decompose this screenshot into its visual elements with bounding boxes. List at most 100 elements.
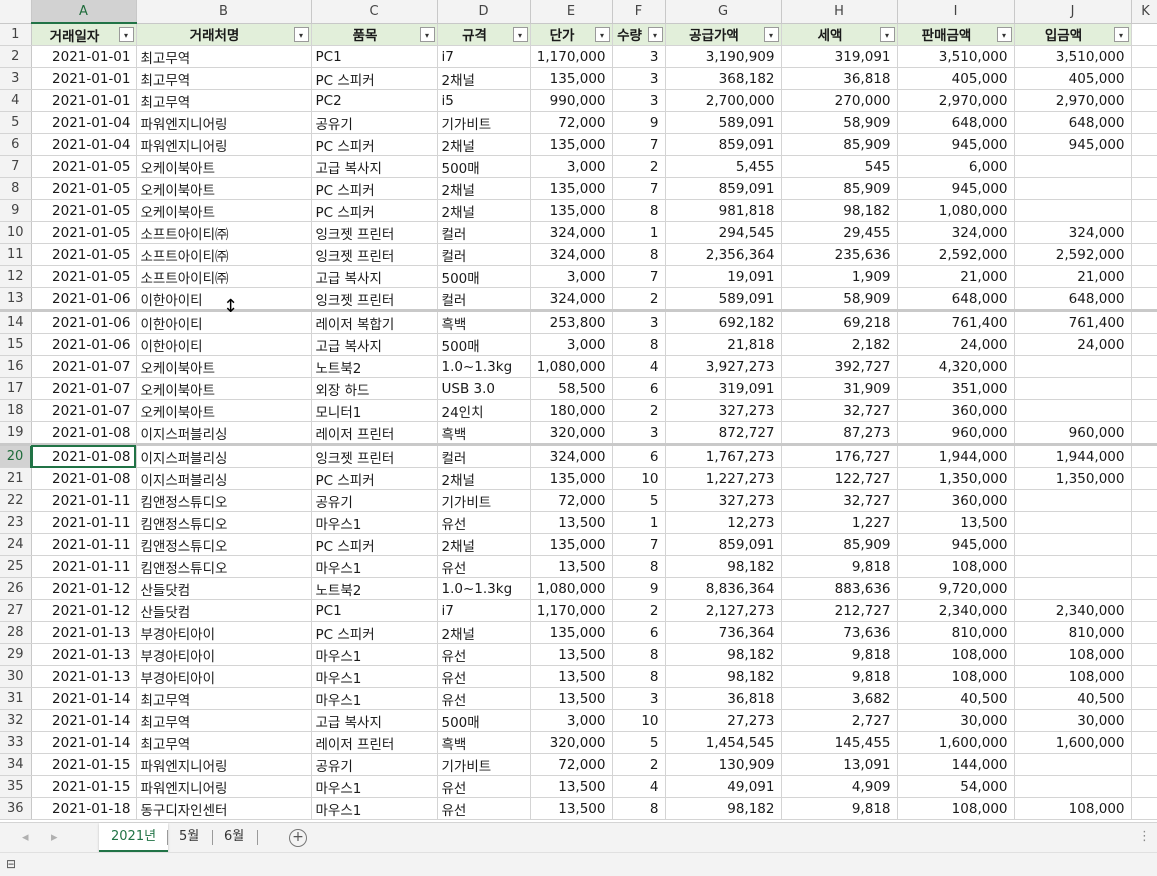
row-header[interactable]: 12 [0,265,32,288]
cell[interactable]: 2채널 [437,133,531,156]
cell[interactable]: 135,000 [530,199,613,222]
cell[interactable]: 2 [612,599,666,622]
cell[interactable]: 270,000 [781,89,898,112]
cell[interactable]: 오케이북아트 [136,399,312,422]
cell[interactable]: 1.0~1.3kg [437,577,531,600]
cell[interactable]: 13,500 [530,797,613,820]
cell[interactable]: 2021-01-12 [31,599,137,622]
cell[interactable]: 9,818 [781,665,898,688]
cell[interactable] [1014,533,1132,556]
cell[interactable]: 마우스1 [311,797,438,820]
cell[interactable]: 324,000 [530,287,613,312]
cell[interactable]: 공유기 [311,753,438,776]
column-header[interactable]: E [530,0,613,24]
cell[interactable]: 122,727 [781,467,898,490]
cell[interactable]: PC1 [311,45,438,68]
cell[interactable]: 유선 [437,511,531,534]
empty-cell[interactable] [1131,67,1157,90]
cell[interactable]: 31,909 [781,377,898,400]
cell[interactable]: 1 [612,511,666,534]
cell[interactable]: 500매 [437,333,531,356]
cell[interactable]: 2021-01-08 [31,467,137,490]
cell[interactable]: 흑백 [437,731,531,754]
row-header[interactable]: 1 [0,23,32,46]
sheet-tab-2021[interactable]: 2021년 [99,823,169,852]
cell[interactable]: 85,909 [781,177,898,200]
row-header[interactable]: 29 [0,643,32,666]
cell[interactable]: 135,000 [530,621,613,644]
cell[interactable]: 3,000 [530,155,613,178]
cell[interactable]: 98,182 [665,797,782,820]
cell[interactable]: 3 [612,67,666,90]
cell[interactable]: 21,000 [897,265,1015,288]
table-header-cell[interactable]: 거래처명 ▾ [136,23,312,46]
cell[interactable]: 324,000 [530,221,613,244]
empty-cell[interactable] [1131,643,1157,666]
cell[interactable]: 54,000 [897,775,1015,798]
cell[interactable] [1014,199,1132,222]
cell[interactable]: 최고무역 [136,731,312,754]
cell[interactable]: 324,000 [530,444,613,468]
cell[interactable]: 9,818 [781,555,898,578]
cell[interactable]: 36,818 [781,67,898,90]
filter-dropdown-icon[interactable]: ▾ [763,26,779,42]
cell[interactable]: 유선 [437,555,531,578]
row-header[interactable]: 9 [0,199,32,222]
cell[interactable]: 2021-01-12 [31,577,137,600]
cell[interactable]: 108,000 [1014,643,1132,666]
cell[interactable]: 유선 [437,665,531,688]
cell[interactable]: 부경아티아이 [136,665,312,688]
cell[interactable]: 오케이북아트 [136,199,312,222]
cell[interactable]: 고급 복사지 [311,155,438,178]
cell[interactable]: 5 [612,489,666,512]
row-header[interactable]: 14 [0,310,32,334]
cell[interactable] [1014,511,1132,534]
cell[interactable]: 5,455 [665,155,782,178]
cell[interactable]: 235,636 [781,243,898,266]
cell[interactable]: 2 [612,753,666,776]
table-header-cell[interactable]: 세액 ▾ [781,23,898,46]
cell[interactable]: 2021-01-04 [31,111,137,134]
empty-cell[interactable] [1131,489,1157,512]
cell[interactable]: 1,944,000 [1014,444,1132,468]
row-header[interactable]: 16 [0,355,32,378]
cell[interactable]: 13,500 [530,687,613,710]
cell[interactable]: 5 [612,731,666,754]
cell[interactable]: 4 [612,355,666,378]
cell[interactable]: 294,545 [665,221,782,244]
cell[interactable]: 2채널 [437,621,531,644]
cell[interactable]: 2021-01-07 [31,355,137,378]
cell[interactable]: 소프트아이티㈜ [136,221,312,244]
cell[interactable]: 2021-01-14 [31,709,137,732]
row-header[interactable]: 3 [0,67,32,90]
column-header[interactable]: K [1131,0,1157,24]
row-header[interactable]: 30 [0,665,32,688]
cell[interactable]: 85,909 [781,133,898,156]
table-header-cell[interactable]: 품목 ▾ [311,23,438,46]
cell[interactable]: 19,091 [665,265,782,288]
row-header[interactable]: 17 [0,377,32,400]
column-header[interactable]: B [136,0,312,24]
cell[interactable]: 58,500 [530,377,613,400]
cell[interactable]: 180,000 [530,399,613,422]
cell[interactable]: i5 [437,89,531,112]
cell[interactable]: 6 [612,621,666,644]
cell[interactable]: 유선 [437,687,531,710]
cell[interactable]: 859,091 [665,533,782,556]
cell[interactable]: 3,000 [530,333,613,356]
cell[interactable]: 327,273 [665,399,782,422]
cell[interactable]: 2,700,000 [665,89,782,112]
cell[interactable]: 2021-01-15 [31,753,137,776]
cell[interactable]: 7 [612,265,666,288]
cell[interactable]: 73,636 [781,621,898,644]
cell[interactable]: 108,000 [897,555,1015,578]
cell[interactable]: 2021-01-11 [31,489,137,512]
filter-dropdown-icon[interactable]: ▾ [996,26,1012,42]
cell[interactable]: 1,170,000 [530,599,613,622]
cell[interactable]: 351,000 [897,377,1015,400]
cell[interactable] [1014,489,1132,512]
cell[interactable]: 외장 하드 [311,377,438,400]
cell[interactable]: 킴앤정스튜디오 [136,489,312,512]
cell[interactable]: 21,818 [665,333,782,356]
cell[interactable]: 레이저 프린터 [311,421,438,446]
